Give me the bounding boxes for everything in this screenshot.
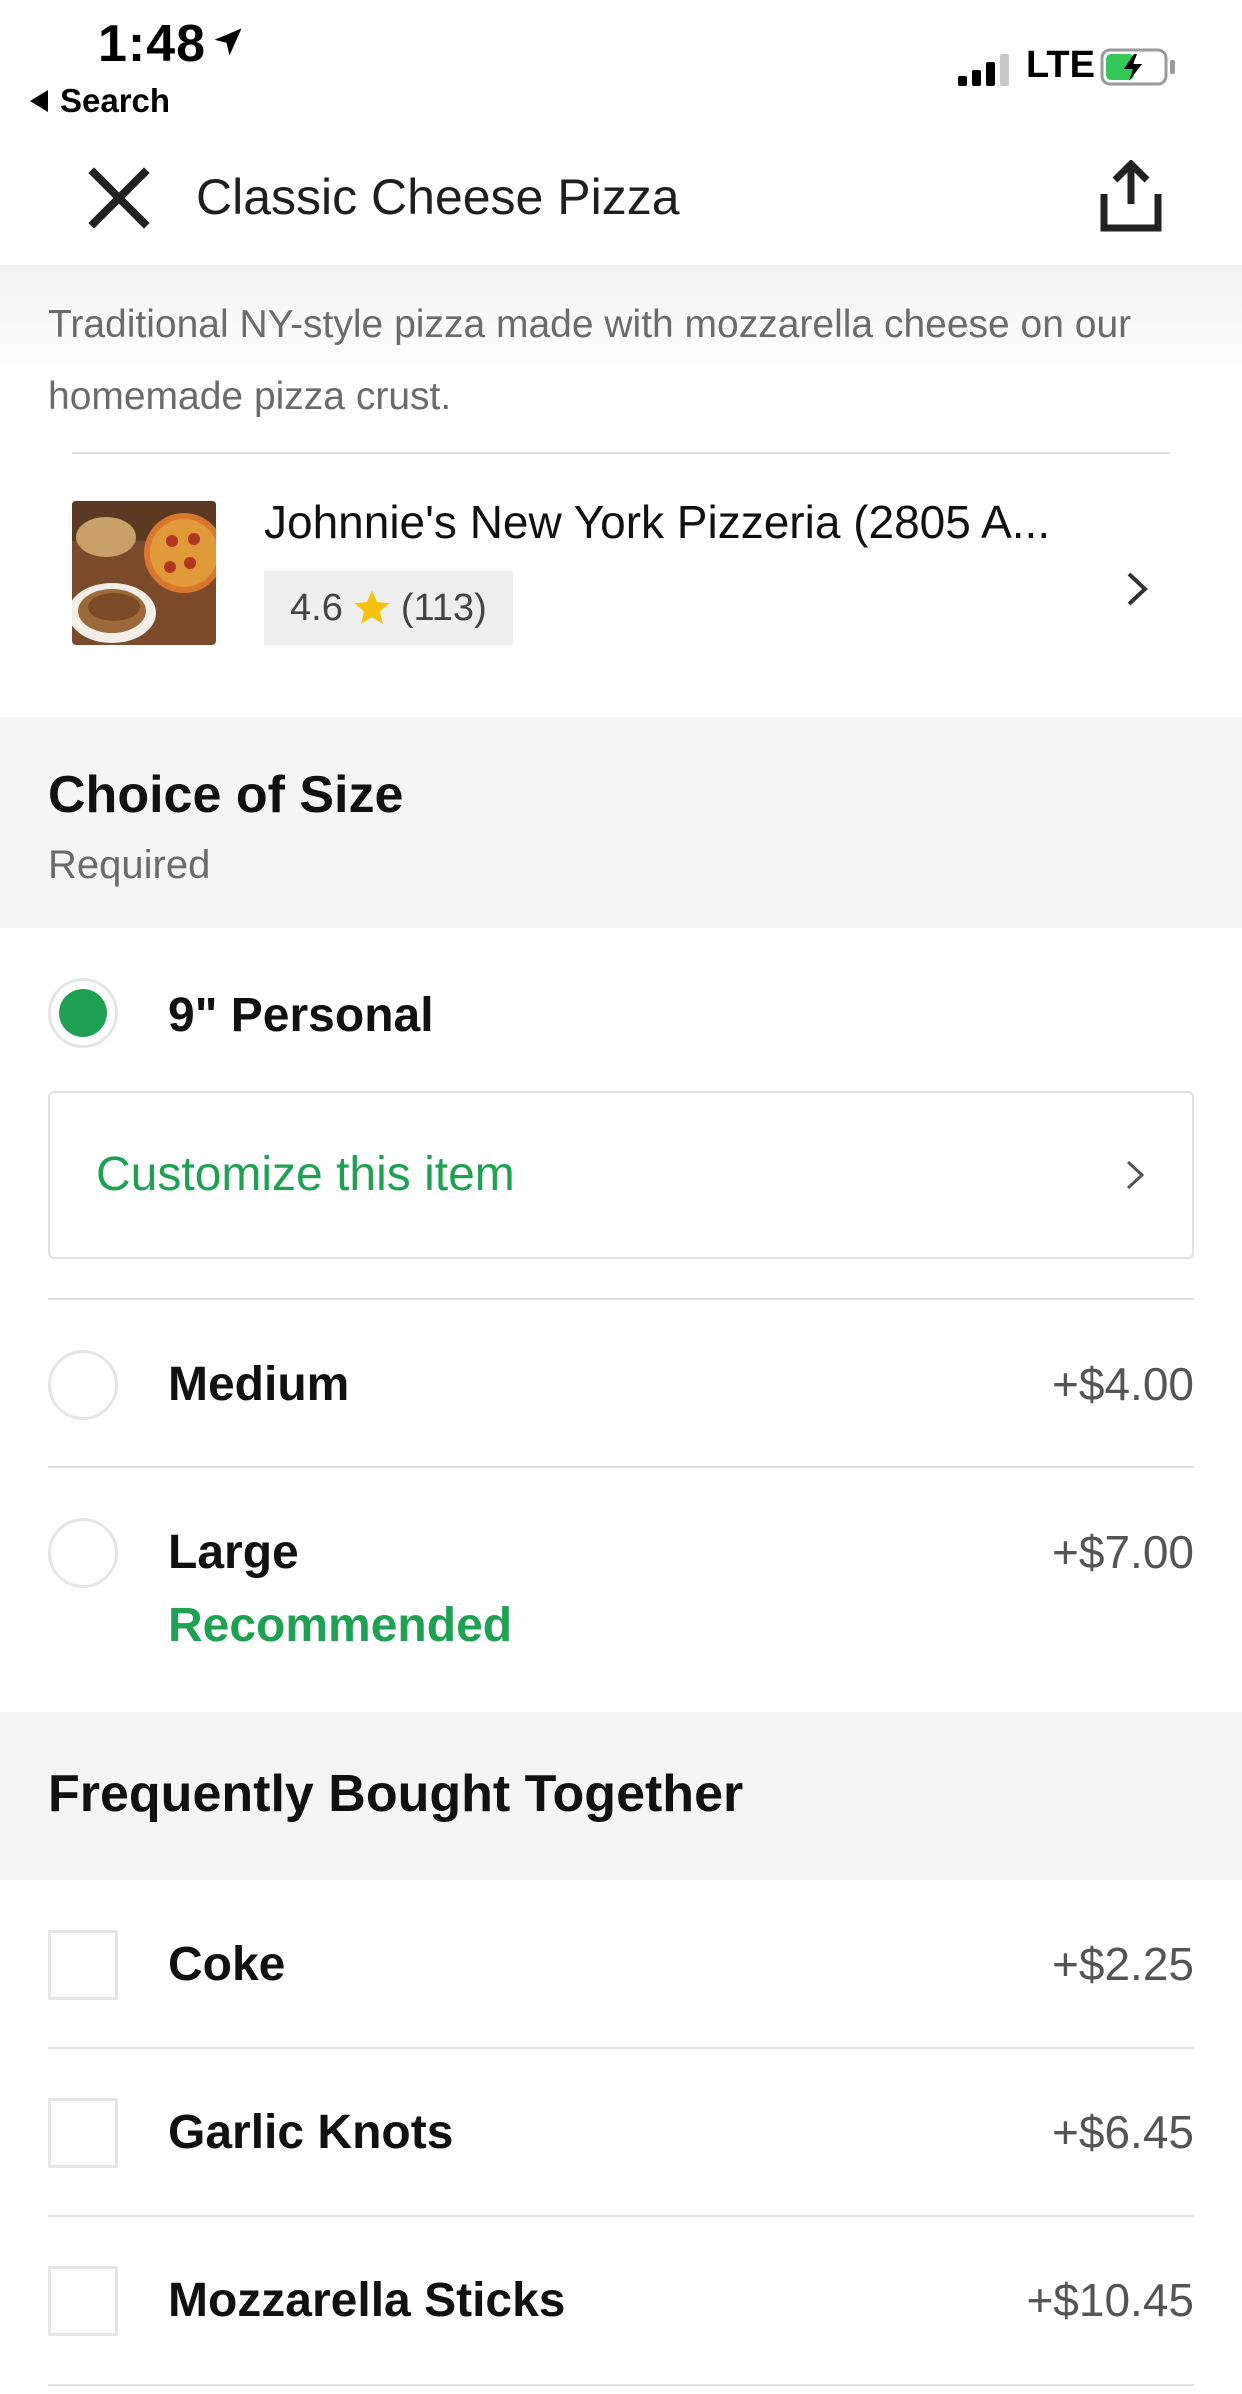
status-time: 1:48 — [98, 15, 207, 73]
battery-charging-icon — [1100, 48, 1175, 86]
option-price: +$4.00 — [1052, 1358, 1194, 1410]
addon-coke[interactable]: Coke +$2.25 — [0, 1880, 1242, 2047]
radio-button[interactable] — [48, 1350, 118, 1420]
location-arrow-icon — [214, 28, 242, 56]
page-title: Classic Cheese Pizza — [196, 169, 680, 225]
network-type: LTE — [1026, 44, 1095, 86]
recommended-tag: Recommended — [168, 1599, 513, 1652]
addon-label: Coke — [168, 1938, 286, 1991]
radio-button[interactable] — [48, 1518, 118, 1588]
back-to-search-link[interactable]: Search — [30, 82, 170, 120]
back-triangle-icon — [30, 90, 48, 112]
checkbox[interactable] — [48, 2266, 118, 2336]
checkbox[interactable] — [48, 1930, 118, 2000]
restaurant-name: Johnnie's New York Pizzeria (2805 A... — [264, 496, 1051, 548]
addon-garlic-knots[interactable]: Garlic Knots +$6.45 — [0, 2048, 1242, 2215]
chevron-right-icon — [1127, 572, 1148, 606]
addon-price: +$6.45 — [1052, 2106, 1194, 2158]
addon-price: +$2.25 — [1052, 1938, 1194, 1990]
addon-mozzarella-sticks[interactable]: Mozzarella Sticks +$10.45 — [0, 2216, 1242, 2383]
size-option-medium[interactable]: Medium +$4.00 — [0, 1300, 1242, 1467]
radio-button[interactable] — [48, 978, 118, 1048]
option-price: +$7.00 — [1052, 1526, 1194, 1578]
star-icon — [354, 590, 390, 624]
status-bar: 1:48 Search LTE — [0, 0, 1242, 140]
review-count: (113) — [400, 586, 487, 629]
restaurant-row[interactable]: Johnnie's New York Pizzeria (2805 A... 4… — [0, 455, 1242, 717]
rating-value: 4.6 — [290, 586, 343, 629]
item-header: Classic Cheese Pizza — [0, 140, 1242, 265]
size-option-personal[interactable]: 9" Personal — [0, 928, 1242, 1088]
divider — [72, 452, 1170, 454]
share-icon[interactable] — [1100, 160, 1162, 232]
close-icon[interactable] — [86, 165, 152, 231]
addon-label: Garlic Knots — [168, 2106, 454, 2159]
option-label: Medium — [168, 1358, 350, 1411]
option-label: Large — [168, 1526, 299, 1579]
size-section-header: Choice of Size Required — [0, 717, 1242, 928]
back-label: Search — [60, 82, 171, 119]
restaurant-thumbnail — [72, 501, 216, 645]
customize-label: Customize this item — [96, 1148, 515, 1201]
together-section-header: Frequently Bought Together — [0, 1712, 1242, 1880]
section-title: Frequently Bought Together — [48, 1765, 744, 1823]
size-option-large[interactable]: Large +$7.00 Recommended — [0, 1468, 1242, 1712]
chevron-right-icon — [1126, 1160, 1145, 1190]
item-description: Traditional NY-style pizza made with moz… — [0, 265, 1242, 455]
customize-item-button[interactable]: Customize this item — [48, 1091, 1194, 1259]
option-label: 9" Personal — [168, 989, 434, 1042]
rating-badge: 4.6 (113) — [264, 571, 513, 645]
addon-label: Mozzarella Sticks — [168, 2274, 566, 2327]
addon-price: +$10.45 — [1026, 2274, 1194, 2326]
signal-icon — [958, 52, 1009, 86]
checkbox[interactable] — [48, 2098, 118, 2168]
section-required-label: Required — [48, 843, 211, 887]
divider — [48, 2384, 1194, 2386]
section-title: Choice of Size — [48, 766, 404, 824]
